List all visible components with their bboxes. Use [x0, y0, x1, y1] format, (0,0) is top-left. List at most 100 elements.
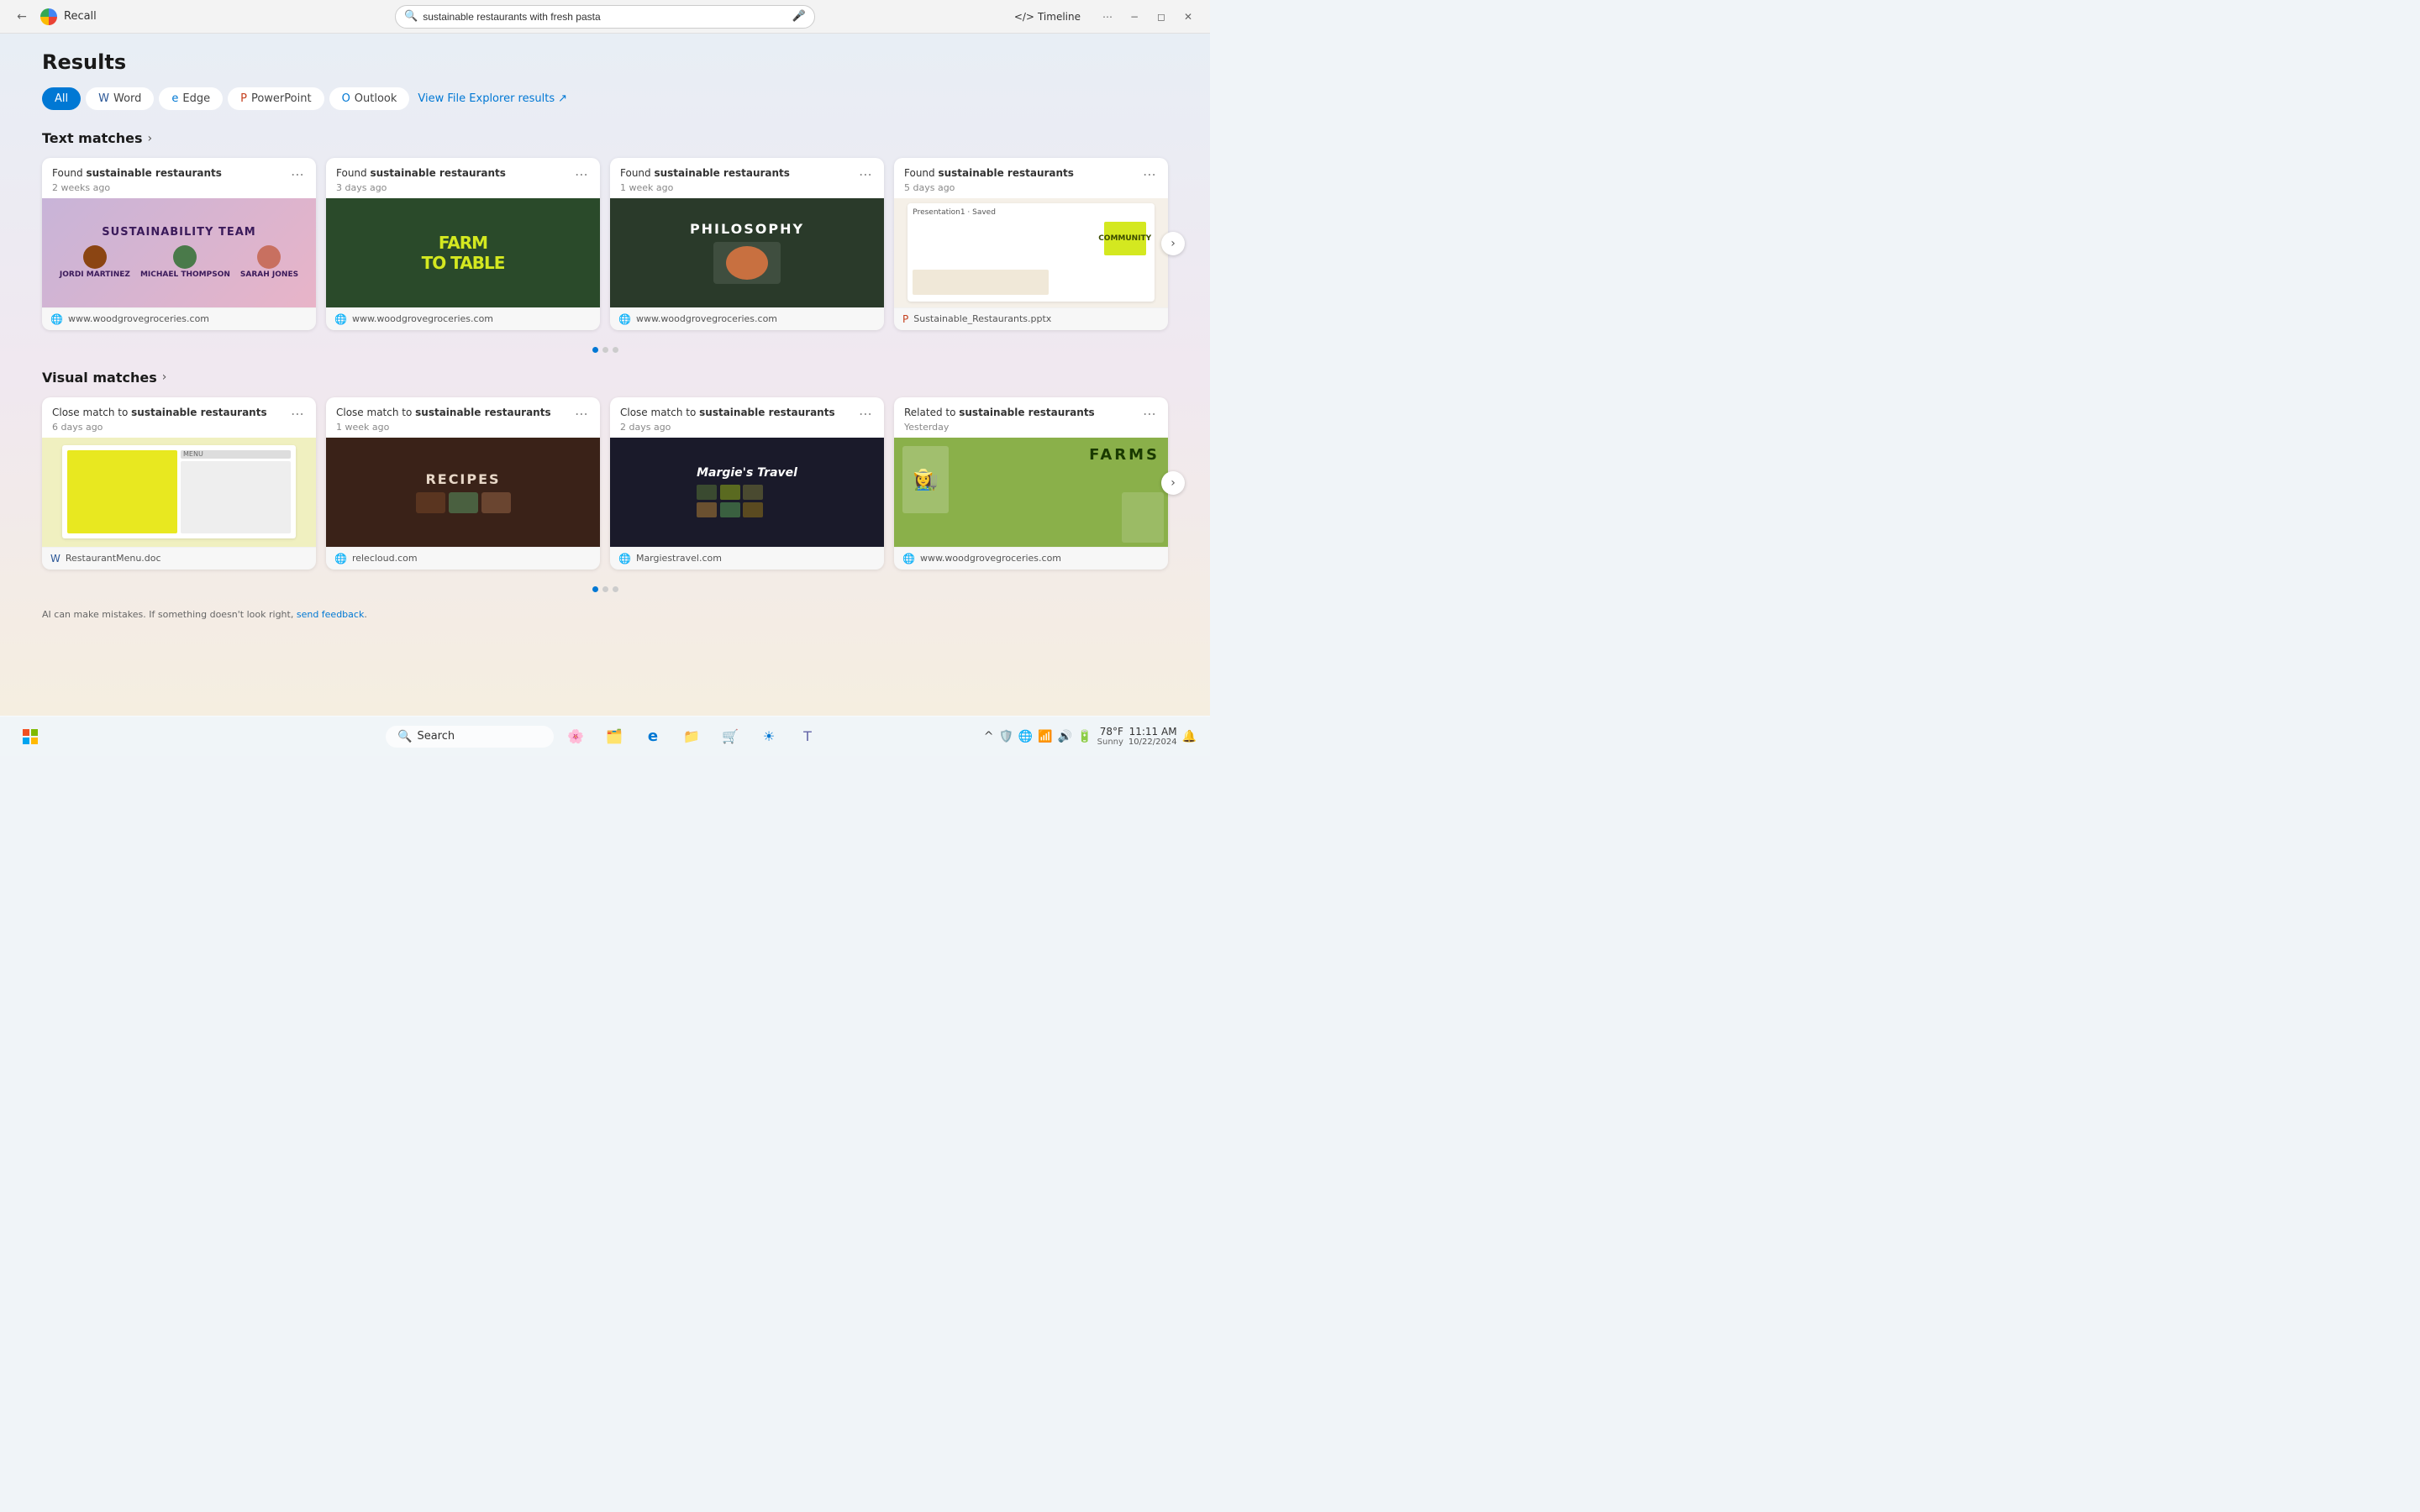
v-card-image-1: MENU: [42, 438, 316, 547]
ai-disclaimer: AI can make mistakes. If something doesn…: [42, 609, 1168, 620]
security-tray-icon[interactable]: 🛡️: [998, 730, 1013, 743]
recall-taskbar-icon: ☀: [763, 728, 775, 744]
view-file-explorer-link[interactable]: View File Explorer results ↗: [418, 92, 567, 105]
filter-all[interactable]: All: [42, 87, 81, 110]
filter-word[interactable]: W Word: [86, 87, 154, 110]
v-card-title-1: Close match to sustainable restaurants: [52, 406, 267, 420]
card-title-2: Found sustainable restaurants: [336, 166, 506, 181]
card-img-community: Presentation1 · Saved COMMUNITY: [894, 198, 1168, 307]
visual-match-card-3[interactable]: Close match to sustainable restaurants 2…: [610, 397, 884, 570]
timeline-label: Timeline: [1038, 11, 1081, 23]
edge-footer-icon-v2: 🌐: [334, 553, 347, 564]
card-image-2: FARMTO TABLE: [326, 198, 600, 307]
taskbar-app-5[interactable]: 🛒: [713, 720, 747, 753]
timeline-button[interactable]: </> Timeline: [1006, 8, 1089, 26]
v-card-menu-4[interactable]: ⋯: [1141, 406, 1158, 422]
card-footer-1: 🌐 www.woodgrovegroceries.com: [42, 307, 316, 330]
v-dot-3[interactable]: [613, 586, 618, 592]
restore-button[interactable]: ◻: [1150, 5, 1173, 29]
taskbar-app-7[interactable]: T: [791, 720, 824, 753]
tray-chevron[interactable]: ^: [984, 730, 994, 743]
mic-icon[interactable]: 🎤: [792, 10, 806, 23]
filter-powerpoint[interactable]: P PowerPoint: [228, 87, 324, 110]
v-card-footer-1: W RestaurantMenu.doc: [42, 547, 316, 570]
start-button[interactable]: [13, 720, 47, 753]
text-match-card-3[interactable]: Found sustainable restaurants 1 week ago…: [610, 158, 884, 330]
v-card-image-4: FARMS 👩‍🌾: [894, 438, 1168, 547]
external-link-icon: ↗: [558, 92, 567, 105]
visual-matches-chevron[interactable]: ›: [162, 370, 167, 384]
weather-widget[interactable]: 78°F Sunny: [1097, 726, 1123, 747]
v-card-menu-3[interactable]: ⋯: [857, 406, 874, 422]
dot-2[interactable]: [602, 347, 608, 353]
text-matches-chevron[interactable]: ›: [148, 132, 153, 145]
taskbar-app-3[interactable]: e: [636, 720, 670, 753]
card-image-1: SUSTAINABILITY TEAM JORDI MARTINEZ MICHA…: [42, 198, 316, 307]
powerpoint-icon: P: [240, 92, 247, 105]
text-match-card-4[interactable]: Found sustainable restaurants 5 days ago…: [894, 158, 1168, 330]
taskbar-app-1[interactable]: 🌸: [559, 720, 592, 753]
v-card-source-3: Margiestravel.com: [636, 553, 722, 564]
v-card-menu-1[interactable]: ⋯: [289, 406, 306, 422]
v-card-menu-2[interactable]: ⋯: [573, 406, 590, 422]
card-title-1: Found sustainable restaurants: [52, 166, 222, 181]
text-match-card-2[interactable]: Found sustainable restaurants 3 days ago…: [326, 158, 600, 330]
wifi-tray-icon[interactable]: 📶: [1038, 730, 1052, 743]
v-card-header-4: Related to sustainable restaurants Yeste…: [894, 397, 1168, 438]
search-bar[interactable]: 🔍 🎤: [395, 5, 815, 29]
taskbar-app-4[interactable]: 📁: [675, 720, 708, 753]
taskbar-left: [13, 720, 47, 753]
v-card-footer-4: 🌐 www.woodgrovegroceries.com: [894, 547, 1168, 570]
edge-footer-icon-3: 🌐: [618, 313, 631, 325]
weather-temp: 78°F: [1097, 726, 1123, 738]
card-menu-1[interactable]: ⋯: [289, 166, 306, 182]
dot-3[interactable]: [613, 347, 618, 353]
visual-match-card-1[interactable]: Close match to sustainable restaurants 6…: [42, 397, 316, 570]
filter-outlook[interactable]: O Outlook: [329, 87, 410, 110]
minimize-button[interactable]: −: [1123, 5, 1146, 29]
v-card-image-2: RECIPES: [326, 438, 600, 547]
dot-1[interactable]: [592, 347, 598, 353]
card-header-3: Found sustainable restaurants 1 week ago…: [610, 158, 884, 198]
visual-matches-grid: Close match to sustainable restaurants 6…: [42, 397, 1168, 570]
text-matches-header: Text matches ›: [42, 130, 1168, 146]
search-icon: 🔍: [404, 10, 418, 23]
card-source-3: www.woodgrovegroceries.com: [636, 313, 777, 324]
card-menu-3[interactable]: ⋯: [857, 166, 874, 182]
clock-widget[interactable]: 11:11 AM 10/22/2024: [1128, 726, 1177, 747]
card-menu-4[interactable]: ⋯: [1141, 166, 1158, 182]
more-options-button[interactable]: ⋯: [1096, 5, 1119, 29]
taskbar-search-box[interactable]: 🔍 Search: [386, 726, 554, 748]
v-card-time-1: 6 days ago: [52, 422, 267, 433]
card-menu-2[interactable]: ⋯: [573, 166, 590, 182]
visual-matches-next[interactable]: ›: [1161, 471, 1185, 495]
v-dot-2[interactable]: [602, 586, 608, 592]
filter-edge[interactable]: e Edge: [159, 87, 223, 110]
visual-match-card-4[interactable]: Related to sustainable restaurants Yeste…: [894, 397, 1168, 570]
visual-match-card-2[interactable]: Close match to sustainable restaurants 1…: [326, 397, 600, 570]
text-match-card-1[interactable]: Found sustainable restaurants 2 weeks ag…: [42, 158, 316, 330]
close-button[interactable]: ✕: [1176, 5, 1200, 29]
text-matches-title: Text matches: [42, 130, 143, 146]
card-time-3: 1 week ago: [620, 182, 790, 193]
taskbar-app-2[interactable]: 🗂️: [597, 720, 631, 753]
taskbar: 🔍 Search 🌸 🗂️ e 📁 🛒 ☀ T ^ 🛡️ 🌐 📶 🔊 🔋 78°…: [0, 716, 1210, 756]
v-dot-1[interactable]: [592, 586, 598, 592]
card-footer-3: 🌐 www.woodgrovegroceries.com: [610, 307, 884, 330]
notification-icon[interactable]: 🔔: [1182, 730, 1197, 743]
card-time-4: 5 days ago: [904, 182, 1074, 193]
page-title: Results: [42, 50, 1168, 74]
battery-tray-icon[interactable]: 🔋: [1077, 730, 1092, 743]
v-card-footer-2: 🌐 relecloud.com: [326, 547, 600, 570]
search-input[interactable]: [423, 11, 787, 23]
v-card-title-4: Related to sustainable restaurants: [904, 406, 1095, 420]
send-feedback-link[interactable]: send feedback: [297, 609, 364, 620]
back-button[interactable]: ←: [10, 5, 34, 29]
text-matches-next[interactable]: ›: [1161, 232, 1185, 255]
speaker-tray-icon[interactable]: 🔊: [1058, 730, 1072, 743]
v-card-time-2: 1 week ago: [336, 422, 551, 433]
text-matches-grid: Found sustainable restaurants 2 weeks ag…: [42, 158, 1168, 330]
network-tray-icon[interactable]: 🌐: [1018, 730, 1033, 743]
taskbar-app-6[interactable]: ☀: [752, 720, 786, 753]
v-card-header-2: Close match to sustainable restaurants 1…: [326, 397, 600, 438]
